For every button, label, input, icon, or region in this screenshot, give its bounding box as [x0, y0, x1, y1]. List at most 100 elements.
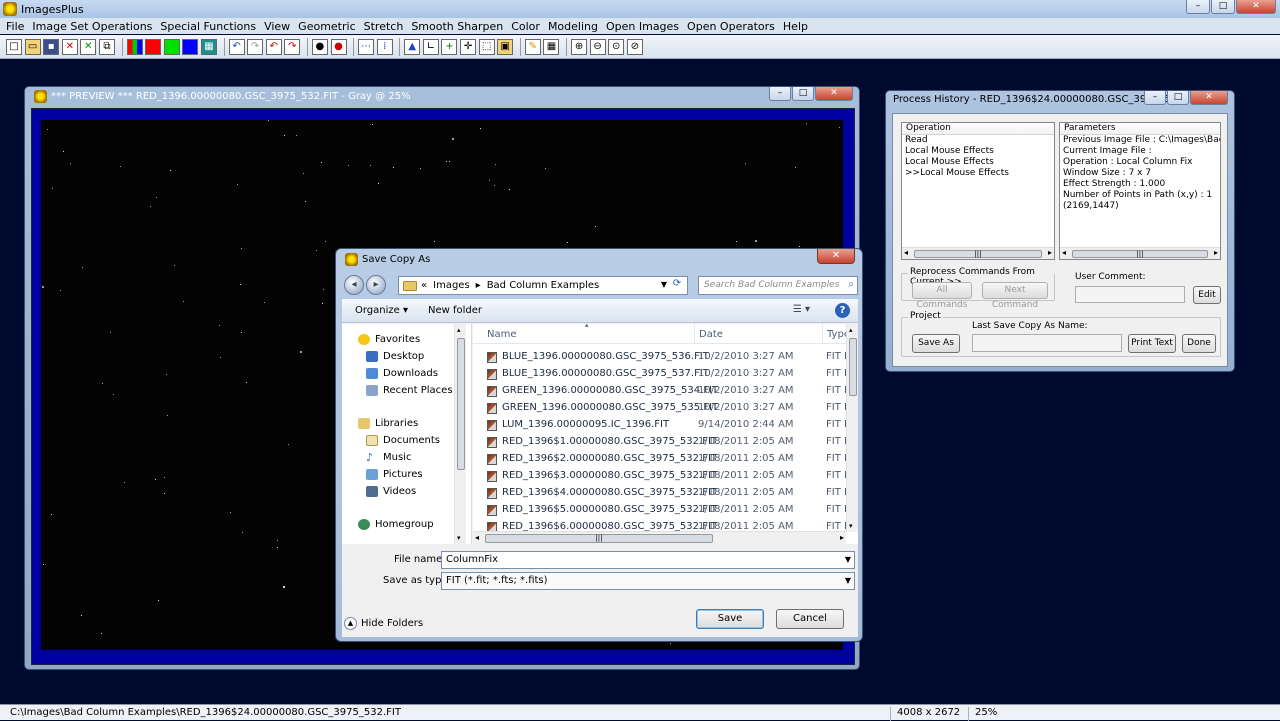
- close-button[interactable]: ✕: [1236, 0, 1276, 14]
- history-maximize-button[interactable]: □: [1167, 91, 1189, 105]
- cancel-icon[interactable]: ✕: [80, 38, 97, 55]
- dots-icon[interactable]: ⋯: [358, 38, 375, 55]
- breadcrumb-images[interactable]: Images: [433, 280, 470, 291]
- histogram-icon[interactable]: ▲: [404, 38, 421, 55]
- last-save-field[interactable]: [972, 334, 1122, 352]
- operation-list[interactable]: Operation Read Local Mouse Effects Local M…: [901, 122, 1055, 260]
- file-row[interactable]: GREEN_1396.00000080.GSC_3975_535.FIT 10/2…: [479, 400, 852, 417]
- file-row[interactable]: RED_1396$5.00000080.GSC_3975_532.FIT 1/18…: [479, 502, 852, 519]
- plus-icon[interactable]: ✛: [460, 38, 477, 55]
- next-command-button[interactable]: Next Command: [982, 282, 1048, 310]
- menu-view[interactable]: View: [260, 20, 294, 33]
- minimize-button[interactable]: –: [1186, 0, 1210, 14]
- organize-button[interactable]: Organize ▾: [355, 305, 408, 316]
- breadcrumb-bad-column-examples[interactable]: Bad Column Examples: [487, 280, 600, 291]
- help-icon[interactable]: ?: [835, 303, 850, 318]
- nav-downloads[interactable]: Downloads: [366, 368, 438, 379]
- nav-videos[interactable]: Videos: [366, 486, 416, 497]
- zoom-actual-icon[interactable]: ⊘: [626, 38, 643, 55]
- save-icon[interactable]: ▪: [43, 38, 60, 55]
- blue-channel-icon[interactable]: [182, 38, 199, 55]
- redo-icon[interactable]: ↷: [247, 38, 264, 55]
- forward-arrow-icon[interactable]: ▸: [366, 275, 386, 295]
- menu-geometric[interactable]: Geometric: [294, 20, 359, 33]
- menu-open-operators[interactable]: Open Operators: [683, 20, 779, 33]
- save-button[interactable]: Save: [696, 609, 764, 629]
- operation-item[interactable]: Read: [902, 135, 1054, 146]
- name-column-header[interactable]: Name: [487, 329, 517, 340]
- all-commands-button[interactable]: All Commands: [912, 282, 972, 310]
- history-close-button[interactable]: ✕: [1190, 91, 1228, 105]
- rgb-icon[interactable]: [126, 38, 143, 55]
- preview-close-button[interactable]: ✕: [815, 87, 853, 101]
- nav-vscroll[interactable]: ▴ ▾: [454, 324, 466, 544]
- save-as-type-dropdown-icon[interactable]: ▼: [845, 576, 851, 585]
- red-channel-icon[interactable]: [145, 38, 162, 55]
- menu-open-images[interactable]: Open Images: [602, 20, 683, 33]
- close-icon[interactable]: ✕: [61, 38, 78, 55]
- back-arrow-icon[interactable]: ◂: [344, 275, 364, 295]
- print-text-button[interactable]: Print Text: [1128, 334, 1176, 353]
- nav-pictures[interactable]: Pictures: [366, 469, 423, 480]
- file-row[interactable]: LUM_1396.00000095.IC_1396.FIT 9/14/2010 2…: [479, 417, 852, 434]
- menu-modeling[interactable]: Modeling: [544, 20, 602, 33]
- nav-recent-places[interactable]: Recent Places: [366, 385, 453, 396]
- address-bar[interactable]: « Images ▸ Bad Column Examples ▼ ⟳: [398, 276, 688, 295]
- nav-homegroup[interactable]: Homegroup: [358, 519, 434, 530]
- file-row[interactable]: RED_1396$2.00000080.GSC_3975_532.FIT 1/18…: [479, 451, 852, 468]
- file-row[interactable]: BLUE_1396.00000080.GSC_3975_537.FIT 10/2/…: [479, 366, 852, 383]
- file-name-input[interactable]: ColumnFix ▼: [441, 551, 855, 569]
- menu-color[interactable]: Color: [507, 20, 544, 33]
- operation-item[interactable]: >>Local Mouse Effects: [902, 168, 1054, 179]
- menu-image-set-operations[interactable]: Image Set Operations: [28, 20, 156, 33]
- nav-favorites[interactable]: Favorites: [358, 334, 420, 345]
- file-row[interactable]: RED_1396$1.00000080.GSC_3975_532.FIT 1/18…: [479, 434, 852, 451]
- file-row[interactable]: RED_1396$4.00000080.GSC_3975_532.FIT 1/18…: [479, 485, 852, 502]
- file-row[interactable]: GREEN_1396.00000080.GSC_3975_534.FIT 10/2…: [479, 383, 852, 400]
- done-button[interactable]: Done: [1182, 334, 1216, 353]
- circle-white-icon[interactable]: ●: [311, 38, 328, 55]
- menu-stretch[interactable]: Stretch: [360, 20, 408, 33]
- circle-red-icon[interactable]: ●: [330, 38, 347, 55]
- hide-folders-button[interactable]: ▲ Hide Folders: [344, 617, 423, 630]
- menu-file[interactable]: File: [2, 20, 28, 33]
- zoom-out-icon[interactable]: ⊖: [589, 38, 606, 55]
- grid-icon[interactable]: ▦: [200, 38, 217, 55]
- save-as-type-select[interactable]: FIT (*.fit; *.fts; *.fits) ▼: [441, 572, 855, 590]
- search-icon[interactable]: ⌕: [848, 279, 854, 290]
- menu-special-functions[interactable]: Special Functions: [156, 20, 260, 33]
- nav-libraries[interactable]: Libraries: [358, 418, 418, 429]
- views-icon[interactable]: ☰ ▾: [793, 304, 810, 315]
- dots-vertical-icon[interactable]: ⁞: [376, 38, 393, 55]
- file-name-dropdown-icon[interactable]: ▼: [845, 555, 851, 564]
- menu-help[interactable]: Help: [779, 20, 812, 33]
- green-channel-icon[interactable]: [163, 38, 180, 55]
- file-row[interactable]: RED_1396$3.00000080.GSC_3975_532.FIT 1/18…: [479, 468, 852, 485]
- file-row[interactable]: BLUE_1396.00000080.GSC_3975_536.FIT 10/2/…: [479, 349, 852, 366]
- pencil-icon[interactable]: ✎: [524, 38, 541, 55]
- nav-documents[interactable]: Documents: [366, 435, 440, 446]
- preview-maximize-button[interactable]: □: [792, 87, 814, 101]
- file-hscroll[interactable]: ◂ ||| ▸: [473, 531, 846, 544]
- axis-icon[interactable]: ∟: [422, 38, 439, 55]
- preview-minimize-button[interactable]: –: [769, 87, 791, 101]
- nav-music[interactable]: ♪ Music: [366, 452, 411, 463]
- user-comment-field[interactable]: [1075, 286, 1185, 303]
- search-input[interactable]: Search Bad Column Examples ⌕: [698, 276, 858, 295]
- file-vscroll[interactable]: ▴ ▾: [846, 324, 858, 532]
- maximize-button[interactable]: □: [1211, 0, 1235, 14]
- refresh-icon[interactable]: ⟳: [669, 278, 685, 293]
- new-file-icon[interactable]: □: [6, 38, 22, 55]
- dialog-close-button[interactable]: ✕: [817, 249, 855, 264]
- menu-smooth-sharpen[interactable]: Smooth Sharpen: [407, 20, 507, 33]
- parameters-hscroll[interactable]: ◂ ||| ▸: [1060, 247, 1220, 259]
- history-minimize-button[interactable]: –: [1144, 91, 1166, 105]
- undo-all-icon[interactable]: ↶: [265, 38, 282, 55]
- cancel-button[interactable]: Cancel: [776, 609, 844, 629]
- zoom-in-icon[interactable]: ⊕: [571, 38, 588, 55]
- breadcrumb-overflow[interactable]: «: [421, 280, 427, 291]
- zoom-fit-icon[interactable]: ⊙: [608, 38, 625, 55]
- new-folder-button[interactable]: New folder: [428, 305, 482, 316]
- date-column-header[interactable]: Date: [699, 329, 723, 340]
- save-as-button[interactable]: Save As: [912, 334, 960, 353]
